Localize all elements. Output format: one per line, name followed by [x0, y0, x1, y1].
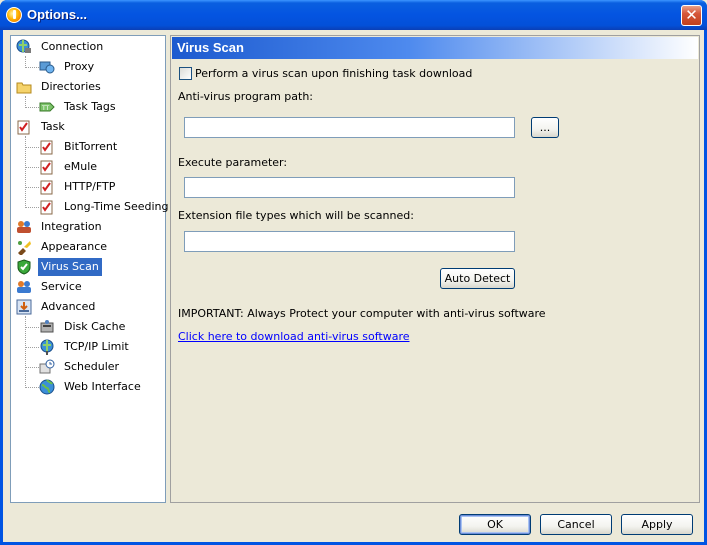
integration-icon: [17, 221, 31, 233]
app-logo-icon: [6, 7, 22, 23]
exec-param-input[interactable]: [184, 177, 515, 198]
tree-connector: [25, 327, 39, 328]
task-icon: [40, 200, 53, 215]
task-icon: [40, 180, 53, 195]
advanced-icon: [16, 299, 32, 315]
connection-icon: [16, 39, 31, 53]
cancel-button[interactable]: Cancel: [540, 514, 612, 535]
browse-button[interactable]: ...: [531, 117, 559, 138]
apply-button[interactable]: Apply: [621, 514, 693, 535]
close-button[interactable]: ✕: [681, 5, 702, 26]
options-tree: Connection Proxy Directories TT Task Tag…: [10, 35, 169, 503]
important-notice: IMPORTANT: Always Protect your computer …: [178, 307, 546, 320]
av-path-label: Anti-virus program path:: [178, 90, 313, 103]
task-icon: [40, 140, 53, 155]
tree-connector: [25, 167, 39, 168]
appearance-icon: [18, 241, 31, 255]
tree-connector: [25, 107, 39, 108]
auto-detect-button[interactable]: Auto Detect: [440, 268, 515, 289]
tree-connector: [25, 147, 39, 148]
tree-connector: [25, 67, 39, 68]
scan-after-download-label[interactable]: Perform a virus scan upon finishing task…: [195, 67, 472, 80]
scan-after-download-checkbox[interactable]: [179, 67, 192, 80]
network-icon: [40, 339, 54, 355]
tree-connector: [25, 207, 39, 208]
tag-icon: TT: [39, 102, 55, 112]
window-title: Options...: [27, 7, 87, 22]
options-window: Options... ✕ Connection Proxy Directorie…: [0, 0, 707, 545]
ok-button[interactable]: OK: [459, 514, 531, 535]
av-path-input[interactable]: [184, 117, 515, 138]
tree-connector: [25, 387, 39, 388]
globe-icon: [39, 379, 55, 395]
exec-param-label: Execute parameter:: [178, 156, 288, 169]
panel-header: Virus Scan: [172, 37, 698, 59]
title-bar[interactable]: Options... ✕: [0, 0, 707, 30]
task-icon: [40, 160, 53, 175]
folder-icon: [16, 82, 32, 94]
virus-scan-panel: Virus Scan Perform a virus scan upon fin…: [170, 35, 700, 503]
service-icon: [17, 281, 31, 293]
tree-connector: [25, 187, 39, 188]
task-icon: [17, 120, 30, 135]
ext-types-input[interactable]: [184, 231, 515, 252]
panel-title: Virus Scan: [177, 40, 244, 55]
download-antivirus-link[interactable]: Click here to download anti-virus softwa…: [178, 330, 410, 343]
close-icon: ✕: [685, 6, 698, 24]
dialog-body: Connection Proxy Directories TT Task Tag…: [3, 30, 704, 542]
proxy-icon: [39, 61, 55, 74]
scheduler-icon: [39, 359, 55, 374]
svg-text:TT: TT: [41, 105, 50, 112]
ext-types-label: Extension file types which will be scann…: [178, 209, 414, 222]
tree-connector: [25, 347, 39, 348]
tree-connector: [25, 367, 39, 368]
shield-icon: [17, 259, 31, 275]
disk-cache-icon: [40, 320, 54, 333]
